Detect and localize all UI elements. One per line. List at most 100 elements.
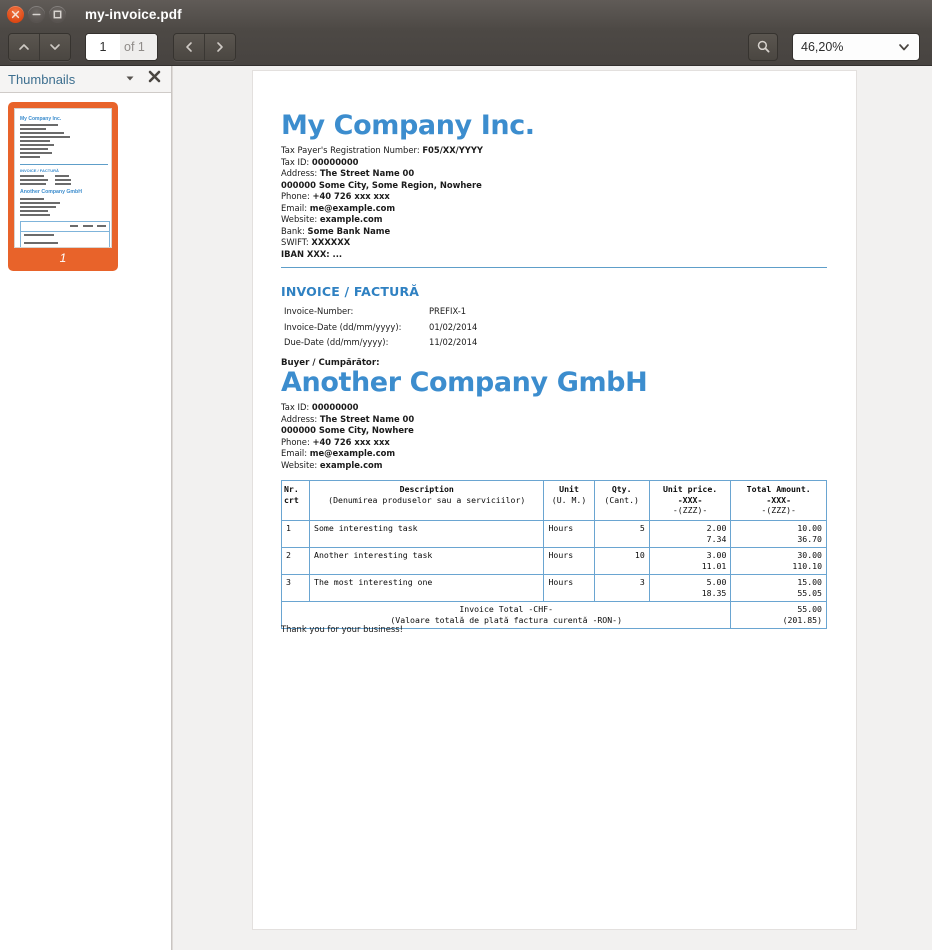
cell-unit: Hours bbox=[543, 573, 595, 602]
header-description-line1: Description bbox=[399, 484, 454, 494]
section-divider bbox=[281, 267, 827, 268]
mini-text-line bbox=[97, 225, 106, 227]
cell-nr: 3 bbox=[280, 573, 311, 602]
table-row: 2 Another interesting task Hours 10 3.00… bbox=[280, 546, 827, 575]
invoice-meta-value: 11/02/2014 bbox=[429, 337, 478, 347]
detail-value: XXXXXX bbox=[311, 237, 351, 247]
header-nr-line1: Nr. bbox=[284, 484, 299, 494]
header-unit-price: Unit price. -XXX- -(ZZZ)- bbox=[648, 480, 732, 521]
mini-text-line bbox=[20, 156, 40, 158]
mini-text-line bbox=[20, 128, 46, 130]
page-number-input[interactable]: 1 bbox=[86, 33, 120, 60]
detail-label: SWIFT: bbox=[281, 237, 312, 247]
sidebar-menu-button[interactable] bbox=[125, 70, 135, 88]
cell-description: Some interesting task bbox=[309, 519, 545, 548]
cell-description: Another interesting task bbox=[309, 546, 545, 575]
buyer-line: Address: The Street Name 00 bbox=[281, 414, 414, 426]
pdf-viewer-window: my-invoice.pdf 1 of 1 46,20% Thumbnails … bbox=[0, 0, 932, 950]
detail-value: Some Bank Name bbox=[307, 225, 391, 236]
header-description-line2: (Denumirea produselor sau a serviciilor) bbox=[328, 494, 526, 505]
detail-label: Address: bbox=[281, 168, 320, 178]
buyer-line: Tax ID: 00000000 bbox=[281, 402, 414, 414]
header-total-amount-line1: Total Amount. bbox=[746, 484, 811, 494]
minimize-icon bbox=[32, 13, 41, 15]
page-number-entry[interactable]: 1 of 1 bbox=[85, 32, 158, 61]
page-step-group bbox=[8, 32, 71, 61]
mini-text-line bbox=[70, 225, 78, 227]
seller-line: SWIFT: XXXXXX bbox=[281, 237, 483, 249]
mini-text-line bbox=[20, 148, 48, 150]
previous-page-button[interactable] bbox=[173, 33, 205, 60]
detail-label: Website: bbox=[281, 214, 320, 224]
cell-total-primary: 15.00 bbox=[797, 576, 822, 587]
cell-unit-price-secondary: 18.35 bbox=[701, 587, 727, 598]
invoice-heading: INVOICE / FACTURĂ bbox=[281, 284, 420, 299]
header-unit-line1: Unit bbox=[559, 484, 579, 494]
mini-text-line bbox=[24, 242, 58, 244]
cell-total-amount: 15.00 55.05 bbox=[730, 573, 827, 602]
mini-text-line bbox=[20, 202, 60, 204]
invoice-meta-value: PREFIX-1 bbox=[429, 306, 467, 316]
seller-line: Website: example.com bbox=[281, 214, 483, 226]
header-total-amount: Total Amount. -XXX- -(ZZZ)- bbox=[730, 480, 827, 521]
zoom-level-combobox[interactable]: 46,20% bbox=[792, 32, 920, 61]
seller-line: Email: me@example.com bbox=[281, 203, 483, 215]
seller-line: 000000 Some City, Some Region, Nowhere bbox=[281, 180, 483, 192]
cell-description: The most interesting one bbox=[309, 573, 545, 602]
close-button[interactable] bbox=[7, 5, 24, 23]
mini-company-name: My Company Inc. bbox=[20, 116, 62, 122]
close-x-icon bbox=[148, 70, 161, 83]
mini-text-line bbox=[24, 234, 54, 236]
page-down-button[interactable] bbox=[40, 33, 70, 60]
maximize-icon bbox=[53, 10, 62, 18]
next-page-button[interactable] bbox=[204, 33, 235, 60]
header-total-amount-line3: -(ZZZ)- bbox=[761, 505, 796, 515]
detail-label: Bank: bbox=[281, 225, 308, 236]
header-unit: Unit (U. M.) bbox=[543, 480, 595, 521]
detail-value: me@example.com bbox=[309, 202, 396, 213]
cell-nr: 1 bbox=[280, 519, 311, 548]
detail-label: Address: bbox=[281, 413, 320, 424]
detail-value: 00000000 bbox=[311, 402, 359, 412]
mini-text-line bbox=[55, 175, 69, 177]
page-up-button[interactable] bbox=[9, 33, 40, 60]
header-qty-line1: Qty. bbox=[611, 484, 632, 494]
thumbnail-page-1[interactable]: My Company Inc. INVOICE / FACTURĂ Anothe… bbox=[8, 102, 118, 271]
mini-rule bbox=[20, 164, 108, 165]
cell-unit-price-primary: 3.00 bbox=[706, 549, 727, 560]
sidebar-close-button[interactable] bbox=[147, 69, 162, 89]
thumbnail-list[interactable]: My Company Inc. INVOICE / FACTURĂ Anothe… bbox=[0, 92, 171, 950]
invoice-meta-key: Invoice-Number: bbox=[284, 306, 354, 316]
footer-note: Thank you for your business! bbox=[281, 624, 403, 634]
detail-value: IBAN XXX: ... bbox=[281, 248, 343, 259]
document-viewport[interactable]: My Company Inc. Tax Payer's Registration… bbox=[172, 66, 932, 950]
minimize-button[interactable] bbox=[28, 5, 45, 23]
sidebar-title: Thumbnails bbox=[8, 71, 76, 87]
thumbnail-page-number: 1 bbox=[59, 251, 67, 265]
cell-total-amount: 30.00 110.10 bbox=[730, 546, 827, 575]
cell-qty: 3 bbox=[593, 573, 650, 602]
detail-value: The Street Name 00 bbox=[319, 413, 415, 424]
buyer-line: Email: me@example.com bbox=[281, 448, 414, 460]
invoice-total-secondary: (201.85) bbox=[782, 614, 822, 625]
detail-label: Phone: bbox=[281, 191, 313, 201]
cell-unit-price: 5.00 18.35 bbox=[648, 573, 732, 602]
cell-unit: Hours bbox=[543, 519, 595, 548]
table-row: 1 Some interesting task Hours 5 2.00 7.3… bbox=[280, 519, 827, 548]
search-button[interactable] bbox=[748, 32, 778, 61]
buyer-details: Tax ID: 00000000 Address: The Street Name… bbox=[281, 402, 414, 471]
title-bar: my-invoice.pdf bbox=[0, 0, 932, 28]
seller-line: Address: The Street Name 00 bbox=[281, 168, 483, 180]
maximize-button[interactable] bbox=[49, 5, 66, 23]
cell-unit-price-secondary: 11.01 bbox=[701, 560, 727, 571]
invoice-meta-value: 01/02/2014 bbox=[429, 321, 478, 332]
triangle-down-icon bbox=[126, 76, 134, 81]
table-header-row: Nr. crt Description (Denumirea produselo… bbox=[280, 480, 827, 521]
toolbar: 1 of 1 46,20% bbox=[0, 28, 932, 66]
mini-text-line bbox=[20, 175, 44, 177]
invoice-meta-key: Due-Date (dd/mm/yyyy): bbox=[284, 337, 389, 347]
header-unit-price-line3: -(ZZZ)- bbox=[672, 505, 708, 515]
seller-company-name: My Company Inc. bbox=[281, 110, 535, 141]
header-unit-price-line1: Unit price. bbox=[662, 484, 718, 494]
window-title: my-invoice.pdf bbox=[85, 6, 182, 22]
